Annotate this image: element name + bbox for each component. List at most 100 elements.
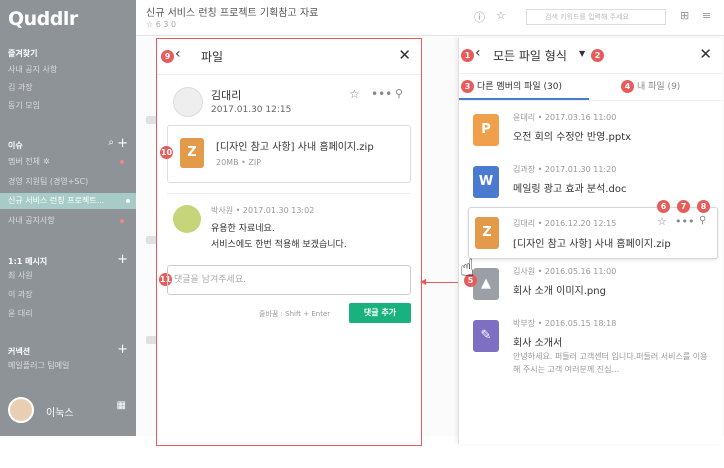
pin-icon[interactable]: ⚲	[395, 87, 403, 100]
sidebar-item-yoon[interactable]: 윤 대리	[8, 306, 130, 322]
file-description: 안녕하세요. 퍼들러 고객센터 입니다.퍼들러 서비스를 이용해 주시는 고객 …	[513, 352, 708, 374]
sidebar-item-company-notice[interactable]: 사내 공지사항	[8, 213, 130, 229]
section-issue-title[interactable]: 이슈	[8, 140, 23, 151]
comment-line-2: 서비스에도 한번 적용해 보겠습니다.	[211, 240, 347, 250]
info-icon[interactable]: ⓘ	[474, 9, 485, 25]
badge-8: 8	[697, 200, 710, 213]
attachment-info: 20MB • ZIP	[216, 158, 262, 167]
pptx-file-icon: P	[473, 114, 499, 146]
file-detail-panel: 9 ‹ 파일 ✕ 김대리 2017.01.30 12:15 ☆ ••• ⚲ 10…	[156, 38, 422, 446]
comment-meta: 박사원 • 2017.01.30 13:02	[211, 206, 315, 215]
sidebar-item-mailplug[interactable]: 메일플러그 팀메일	[8, 358, 130, 374]
my-avatar[interactable]	[8, 397, 34, 423]
sidebar-item-kim[interactable]: 김 과장	[8, 80, 130, 96]
search-icon[interactable]: ⌕	[108, 137, 114, 148]
gift-icon[interactable]: ⊞	[680, 9, 689, 22]
section-dm-title[interactable]: 1:1 메시지	[8, 256, 47, 267]
add-dm-icon[interactable]: +	[117, 253, 128, 266]
sidebar-item-management[interactable]: 경영 지원팀 (경영+SC)	[8, 174, 130, 190]
sidebar-item-all-members[interactable]: 멤버 전체 ✲	[8, 154, 130, 170]
attachment-type: ZIP	[248, 158, 262, 167]
dropdown-caret-icon[interactable]: ▼	[579, 49, 585, 58]
star-icon[interactable]: ☆	[657, 215, 667, 228]
file-name: [디자인 참고 사항] 사내 홈페이지.zip	[513, 239, 671, 250]
close-icon[interactable]: ✕	[398, 46, 411, 64]
section-favorites-title[interactable]: 즐겨찾기	[8, 48, 37, 59]
tab-label: 내 파일 (9)	[637, 82, 681, 92]
app-logo[interactable]: Quddlr	[8, 8, 78, 30]
comment-time: 2017.01.30 13:02	[242, 206, 315, 215]
file-name: 오전 회의 수정안 반영.pptx	[513, 132, 632, 143]
tab-others-files[interactable]: 3 다른 멤버의 파일 (30)	[459, 74, 589, 100]
badge-6: 6	[657, 200, 670, 213]
commenter-avatar	[173, 205, 201, 233]
zip-file-icon: Z	[180, 138, 204, 168]
sidebar-item-label: 사내 공지사항	[8, 216, 55, 225]
file-panel-title: 파일	[201, 50, 224, 64]
menu-icon[interactable]: ≡	[702, 9, 711, 22]
add-connection-icon[interactable]: +	[117, 343, 128, 356]
badge-9: 9	[161, 50, 174, 63]
file-panel-header: 9 ‹ 파일 ✕	[157, 39, 421, 75]
tab-label: 다른 멤버의 파일 (30)	[477, 82, 563, 92]
pointer-hand-icon: ☝	[460, 254, 475, 282]
add-issue-icon[interactable]: +	[117, 137, 128, 150]
file-list-header: 1 ‹ 모든 파일 형식 ▼ 2 ✕	[459, 38, 722, 74]
my-name: 이눅스	[46, 408, 74, 419]
badge-10: 10	[160, 146, 173, 159]
file-item-intro[interactable]: ✎ 박부장 • 2016.05.15 18:18 회사 소개서 안녕하세요. 퍼…	[473, 316, 712, 396]
file-item-png[interactable]: ▲ 김사원 • 2016.05.16 11:00 회사 소개 이미지.png	[473, 264, 712, 316]
sidebar: Quddlr 즐겨찾기 사내 공지 사항 김 과장 동기 모임 이슈 ⌕ + 멤…	[0, 0, 136, 436]
badge-1: 1	[461, 49, 474, 62]
file-meta: 김사원 • 2016.05.16 11:00	[513, 267, 617, 276]
file-name: 메일링 광고 효과 분석.doc	[513, 184, 627, 195]
add-comment-button[interactable]: 댓글 추가	[349, 303, 411, 323]
file-item-pptx[interactable]: P 윤대리 • 2017.03.16 11:00 오전 회의 수정안 반영.pp…	[473, 110, 712, 162]
badge-3: 3	[461, 80, 474, 93]
tab-my-files[interactable]: 4 내 파일 (9)	[619, 74, 680, 100]
badge-2: 2	[591, 49, 604, 62]
uploader-name: 김대리	[211, 89, 242, 102]
topic-meta: ☆ 6 3 0	[146, 20, 177, 29]
file-meta: 김과장 • 2017.01.30 11:20	[513, 165, 617, 174]
sidebar-item-group[interactable]: 동기 모임	[8, 98, 130, 114]
sidebar-item-lee[interactable]: 이 과장	[8, 287, 130, 303]
badge-7: 7	[677, 200, 690, 213]
connector-arrow-icon: ◀	[420, 277, 427, 286]
sidebar-item-label: 신규 서비스 런칭 프로젝트...	[8, 196, 105, 205]
image-file-icon: ▲	[473, 268, 499, 300]
more-icon[interactable]: •••	[371, 87, 392, 101]
search-input[interactable]: 검색 키워드를 입력해 주세요	[526, 9, 666, 25]
star-icon[interactable]: ☆	[349, 87, 360, 101]
tabs-divider	[459, 100, 722, 101]
zip-file-icon: Z	[475, 217, 499, 249]
close-icon[interactable]: ✕	[699, 45, 712, 63]
divider	[167, 193, 411, 194]
linebreak-hint: 줄바꿈 : Shift + Enter	[259, 310, 331, 318]
section-connection-title[interactable]: 커넥션	[8, 346, 30, 357]
file-name: 회사 소개 이미지.png	[513, 286, 606, 297]
star-icon[interactable]: ☆	[496, 9, 506, 22]
apps-grid-icon[interactable]: ▦	[117, 400, 126, 411]
topbar: 신규 서비스 런칭 프로젝트 기획참고 자료 ☆ 6 3 0 ⓘ ☆ 검색 키워…	[136, 0, 724, 36]
sidebar-item-choi[interactable]: 최 사원	[8, 268, 130, 284]
sidebar-item-notice[interactable]: 사내 공지 사항	[8, 62, 130, 78]
file-name: 회사 소개서	[513, 338, 563, 349]
file-type-filter[interactable]: 모든 파일 형식	[493, 47, 567, 64]
document-edit-icon: ✎	[473, 320, 499, 352]
uploader-avatar	[173, 87, 203, 117]
back-icon[interactable]: ‹	[475, 45, 481, 61]
doc-file-icon: W	[473, 166, 499, 198]
file-item-zip-hovered[interactable]: Z 김대리 • 2016.12.20 12:15 [디자인 참고 사항] 사내 …	[468, 200, 718, 259]
file-meta: 박부장 • 2016.05.15 18:18	[513, 319, 617, 328]
comment-input[interactable]: 댓글을 남겨주세요.	[167, 265, 411, 295]
unread-dot	[126, 199, 130, 203]
sidebar-item-new-service[interactable]: 신규 서비스 런칭 프로젝트...	[0, 193, 136, 209]
topic-counts: 6 3 0	[155, 20, 177, 29]
comment-line-1: 유용한 자료네요.	[211, 224, 275, 234]
back-icon[interactable]: ‹	[175, 46, 181, 62]
pin-icon[interactable]: ⚲	[699, 215, 706, 226]
attachment-card[interactable]: 10 Z [디자인 참고 사항] 사내 홈페이지.zip 20MB • ZIP	[160, 125, 411, 183]
attachment-size: 20MB	[216, 158, 239, 167]
more-icon[interactable]: •••	[675, 215, 694, 228]
